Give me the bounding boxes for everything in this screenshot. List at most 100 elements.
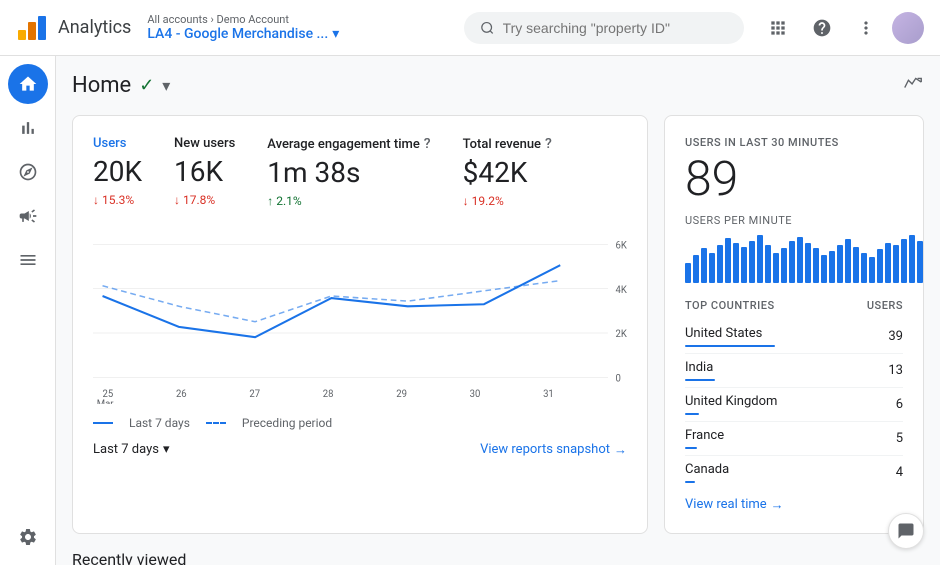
sidebar-item-reports[interactable] bbox=[8, 108, 48, 148]
logo-area: Analytics bbox=[16, 12, 131, 44]
page-dropdown-button[interactable]: ▾ bbox=[162, 76, 170, 96]
users-col-header: USERS bbox=[867, 299, 903, 312]
chat-bubble-button[interactable] bbox=[888, 513, 924, 549]
layout: Home ✓ ▾ Users 20K ↓ 15.3% bbox=[0, 56, 940, 565]
help-icon-button[interactable] bbox=[804, 10, 840, 46]
country-row: United Kingdom 6 bbox=[685, 388, 903, 422]
countries-col-header: TOP COUNTRIES bbox=[685, 299, 775, 312]
sparkline-icon[interactable] bbox=[902, 72, 924, 99]
bar bbox=[685, 263, 691, 283]
view-reports-link[interactable]: View reports snapshot → bbox=[480, 442, 627, 458]
country-bar bbox=[685, 481, 695, 483]
home-icon bbox=[18, 74, 38, 94]
search-bar[interactable] bbox=[464, 12, 744, 44]
rt-section-label: USERS IN LAST 30 MINUTES bbox=[685, 136, 903, 149]
country-count: 39 bbox=[888, 329, 903, 344]
sidebar-item-settings[interactable] bbox=[8, 517, 48, 557]
svg-text:29: 29 bbox=[396, 388, 407, 399]
svg-text:0: 0 bbox=[616, 373, 621, 384]
sidebar bbox=[0, 56, 56, 565]
bar bbox=[749, 241, 755, 283]
bar bbox=[909, 235, 915, 283]
recently-viewed-title: Recently viewed bbox=[72, 550, 924, 565]
realtime-card: USERS IN LAST 30 MINUTES 89 USERS PER MI… bbox=[664, 115, 924, 534]
breadcrumb-area: All accounts › Demo Account LA4 - Google… bbox=[147, 13, 448, 42]
bar bbox=[725, 238, 731, 283]
campaign-icon bbox=[18, 206, 38, 226]
engagement-help-icon[interactable]: ? bbox=[424, 136, 431, 152]
period-chevron-icon: ▾ bbox=[163, 442, 170, 457]
breadcrumb: All accounts › Demo Account bbox=[147, 13, 448, 26]
main-stats-card: Users 20K ↓ 15.3% New users 16K ↓ 17.8% … bbox=[72, 115, 648, 534]
cards-row: Users 20K ↓ 15.3% New users 16K ↓ 17.8% … bbox=[72, 115, 924, 534]
line-chart: 6K 4K 2K 0 25 Mar 26 27 28 29 30 31 bbox=[93, 224, 627, 404]
page-header: Home ✓ ▾ bbox=[72, 72, 924, 99]
main-content: Home ✓ ▾ Users 20K ↓ 15.3% bbox=[56, 56, 940, 565]
bar bbox=[765, 245, 771, 283]
country-name: United States bbox=[685, 326, 775, 347]
bar bbox=[717, 245, 723, 283]
svg-text:28: 28 bbox=[323, 388, 334, 399]
bar bbox=[861, 253, 867, 283]
sidebar-bottom bbox=[8, 517, 48, 557]
view-realtime-link[interactable]: View real time → bbox=[685, 497, 903, 513]
more-icon-button[interactable] bbox=[848, 10, 884, 46]
bar bbox=[877, 249, 883, 283]
metric-users-change: ↓ 15.3% bbox=[93, 193, 142, 207]
apps-icon-button[interactable] bbox=[760, 10, 796, 46]
property-selector[interactable]: LA4 - Google Merchandise ... ▾ bbox=[147, 26, 448, 42]
check-badge: ✓ bbox=[139, 75, 154, 96]
sidebar-item-home[interactable] bbox=[8, 64, 48, 104]
legend-dashed-line bbox=[206, 422, 226, 424]
country-name: United Kingdom bbox=[685, 394, 777, 415]
country-bar bbox=[685, 345, 775, 347]
help-icon bbox=[812, 18, 832, 38]
sidebar-item-explore[interactable] bbox=[8, 152, 48, 192]
bar bbox=[701, 248, 707, 283]
metric-engagement-change: ↑ 2.1% bbox=[267, 194, 430, 208]
avatar[interactable] bbox=[892, 12, 924, 44]
country-name: India bbox=[685, 360, 715, 381]
country-count: 5 bbox=[896, 431, 903, 446]
settings-icon bbox=[18, 527, 38, 547]
bar bbox=[813, 248, 819, 283]
metrics-row: Users 20K ↓ 15.3% New users 16K ↓ 17.8% … bbox=[93, 136, 627, 208]
users-per-minute-chart bbox=[685, 235, 903, 283]
search-icon bbox=[480, 20, 495, 36]
legend-solid-label: Last 7 days bbox=[129, 416, 190, 430]
chart-area: 6K 4K 2K 0 25 Mar 26 27 28 29 30 31 bbox=[93, 224, 627, 404]
revenue-help-icon[interactable]: ? bbox=[545, 136, 552, 152]
period-selector[interactable]: Last 7 days ▾ bbox=[93, 442, 170, 457]
country-row: India 13 bbox=[685, 354, 903, 388]
country-bar bbox=[685, 379, 715, 381]
metric-users: Users 20K ↓ 15.3% bbox=[93, 136, 142, 208]
svg-text:31: 31 bbox=[543, 388, 554, 399]
bar bbox=[845, 239, 851, 283]
chat-icon bbox=[897, 522, 915, 540]
bar bbox=[789, 241, 795, 283]
country-row: France 5 bbox=[685, 422, 903, 456]
bar bbox=[829, 251, 835, 283]
metric-new-users-value: 16K bbox=[174, 155, 235, 189]
list-icon bbox=[18, 250, 38, 270]
bar bbox=[869, 257, 875, 283]
bar bbox=[773, 253, 779, 283]
bar bbox=[901, 239, 907, 283]
metric-users-label: Users bbox=[93, 136, 142, 151]
rt-sub-label: USERS PER MINUTE bbox=[685, 214, 903, 227]
rt-footer: View real time → bbox=[685, 497, 903, 513]
bar bbox=[917, 241, 923, 283]
country-row: United States 39 bbox=[685, 320, 903, 354]
metric-engagement-label: Average engagement time ? bbox=[267, 136, 430, 152]
rt-value: 89 bbox=[685, 153, 903, 206]
bar bbox=[853, 247, 859, 283]
metric-engagement-value: 1m 38s bbox=[267, 156, 430, 190]
country-name: Canada bbox=[685, 462, 729, 483]
sidebar-item-configure[interactable] bbox=[8, 240, 48, 280]
search-input[interactable] bbox=[503, 20, 728, 36]
country-count: 6 bbox=[896, 397, 903, 412]
countries-list: United States 39 India 13 United Kingdom… bbox=[685, 320, 903, 489]
legend-dashed-label: Preceding period bbox=[242, 416, 332, 430]
sidebar-item-advertising[interactable] bbox=[8, 196, 48, 236]
chart-legend: Last 7 days Preceding period bbox=[93, 416, 627, 430]
